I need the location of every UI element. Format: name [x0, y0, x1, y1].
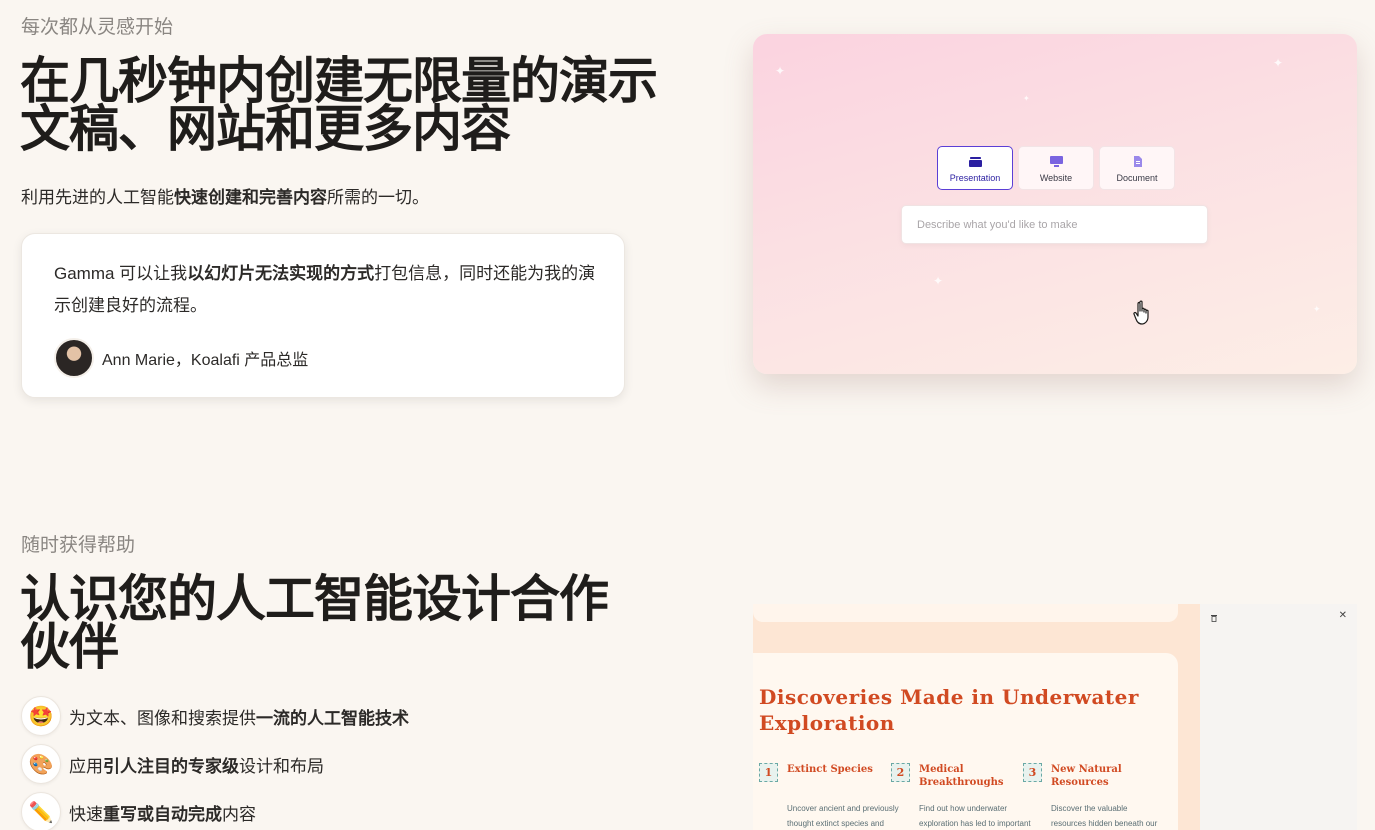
hand-cursor-icon: [1133, 300, 1149, 325]
doc-card-previous: [753, 604, 1178, 622]
doc-column-number: 1: [759, 763, 778, 782]
sparkle-icon: ✦: [775, 64, 786, 78]
type-document-button[interactable]: Document: [1099, 146, 1175, 190]
quote-text: Gamma 可以让我: [54, 264, 188, 283]
testimonial-card: Gamma 可以让我以幻灯片无法实现的方式打包信息，同时还能为我的演示创建良好的…: [21, 233, 625, 398]
doc-column-number: 3: [1023, 763, 1042, 782]
type-label: Presentation: [949, 173, 1001, 183]
star-struck-icon: 🤩: [21, 696, 61, 736]
doc-column-body: Uncover ancient and previously thought e…: [787, 804, 899, 828]
feature-item-ai: 🤩 为文本、图像和搜索提供一流的人工智能技术: [21, 696, 409, 736]
feature-bold: 重写或自动完成: [103, 804, 222, 824]
monitor-icon: [1050, 156, 1063, 167]
section1-subtitle: 利用先进的人工智能快速创建和完善内容所需的一切。: [21, 183, 429, 208]
palette-icon: 🎨: [21, 744, 61, 784]
landing-page: 每次都从灵感开始 在几秒钟内创建无限量的演示文稿、网站和更多内容 利用先进的人工…: [0, 0, 1375, 830]
subtitle-bold: 快速创建和完善内容: [174, 188, 327, 207]
doc-column-heading: Medical Breakthroughs: [919, 764, 1004, 788]
feature-item-rewrite: ✏️ 快速重写或自动完成内容: [21, 792, 256, 830]
doc-title: Discoveries Made in Underwater Explorati…: [759, 685, 1139, 735]
section2-eyebrow: 随时获得帮助: [21, 535, 136, 556]
feature-text-end: 设计和布局: [239, 756, 324, 776]
doc-column-heading: New Natural Resources: [1051, 764, 1122, 788]
doc-column-body: Find out how underwater exploration has …: [919, 804, 1031, 828]
testimonial-author: Ann Marie，Koalafi 产品总监: [54, 338, 308, 378]
document-icon: [1134, 156, 1142, 167]
type-presentation-button[interactable]: Presentation: [937, 146, 1013, 190]
subtitle-text-end: 所需的一切。: [327, 188, 429, 207]
side-pane: ✕: [1200, 604, 1357, 830]
type-website-button[interactable]: Website: [1018, 146, 1094, 190]
author-name: Ann Marie，Koalafi 产品总监: [102, 352, 309, 369]
doc-column-body: Discover the valuable resources hidden b…: [1051, 804, 1158, 828]
type-label: Website: [1039, 173, 1073, 183]
feature-bold: 一流的人工智能技术: [256, 708, 409, 728]
testimonial-quote: Gamma 可以让我以幻灯片无法实现的方式打包信息，同时还能为我的演示创建良好的…: [54, 258, 604, 322]
presentation-icon: [969, 157, 982, 167]
doc-demo-panel: Discoveries Made in Underwater Explorati…: [753, 604, 1357, 830]
subtitle-text: 利用先进的人工智能: [21, 188, 174, 207]
sparkle-icon: ✦: [1313, 304, 1321, 314]
close-icon[interactable]: ✕: [1339, 610, 1347, 621]
doc-column-number: 2: [891, 763, 910, 782]
feature-text: 应用: [69, 756, 103, 776]
sparkle-icon: ✦: [933, 274, 944, 288]
feature-text: 为文本、图像和搜索提供: [69, 708, 256, 728]
quote-bold: 以幻灯片无法实现的方式: [187, 264, 375, 283]
sparkle-icon: ✦: [1023, 94, 1030, 103]
section2-headline: 认识您的人工智能设计合作伙伴: [20, 571, 609, 675]
feature-bold: 引人注目的专家级: [103, 756, 239, 776]
trash-icon[interactable]: [1210, 614, 1218, 622]
doc-column-heading: Extinct Species: [787, 764, 873, 775]
prompt-input[interactable]: Describe what you'd like to make: [901, 205, 1208, 244]
feature-item-design: 🎨 应用引人注目的专家级设计和布局: [21, 744, 324, 784]
sparkle-icon: ✦: [1273, 56, 1284, 70]
avatar: [54, 338, 94, 378]
pencil-icon: ✏️: [21, 792, 61, 830]
doc-card: Discoveries Made in Underwater Explorati…: [753, 653, 1178, 830]
section1-eyebrow: 每次都从灵感开始: [21, 17, 174, 38]
feature-text-end: 内容: [222, 804, 256, 824]
feature-text: 快速: [69, 804, 103, 824]
type-label: Document: [1116, 173, 1158, 183]
hero-demo-panel: ✦ ✦ ✦ ✦ ✦ Presentation Website Document …: [753, 34, 1357, 374]
section1-headline: 在几秒钟内创建无限量的演示文稿、网站和更多内容: [20, 53, 658, 157]
